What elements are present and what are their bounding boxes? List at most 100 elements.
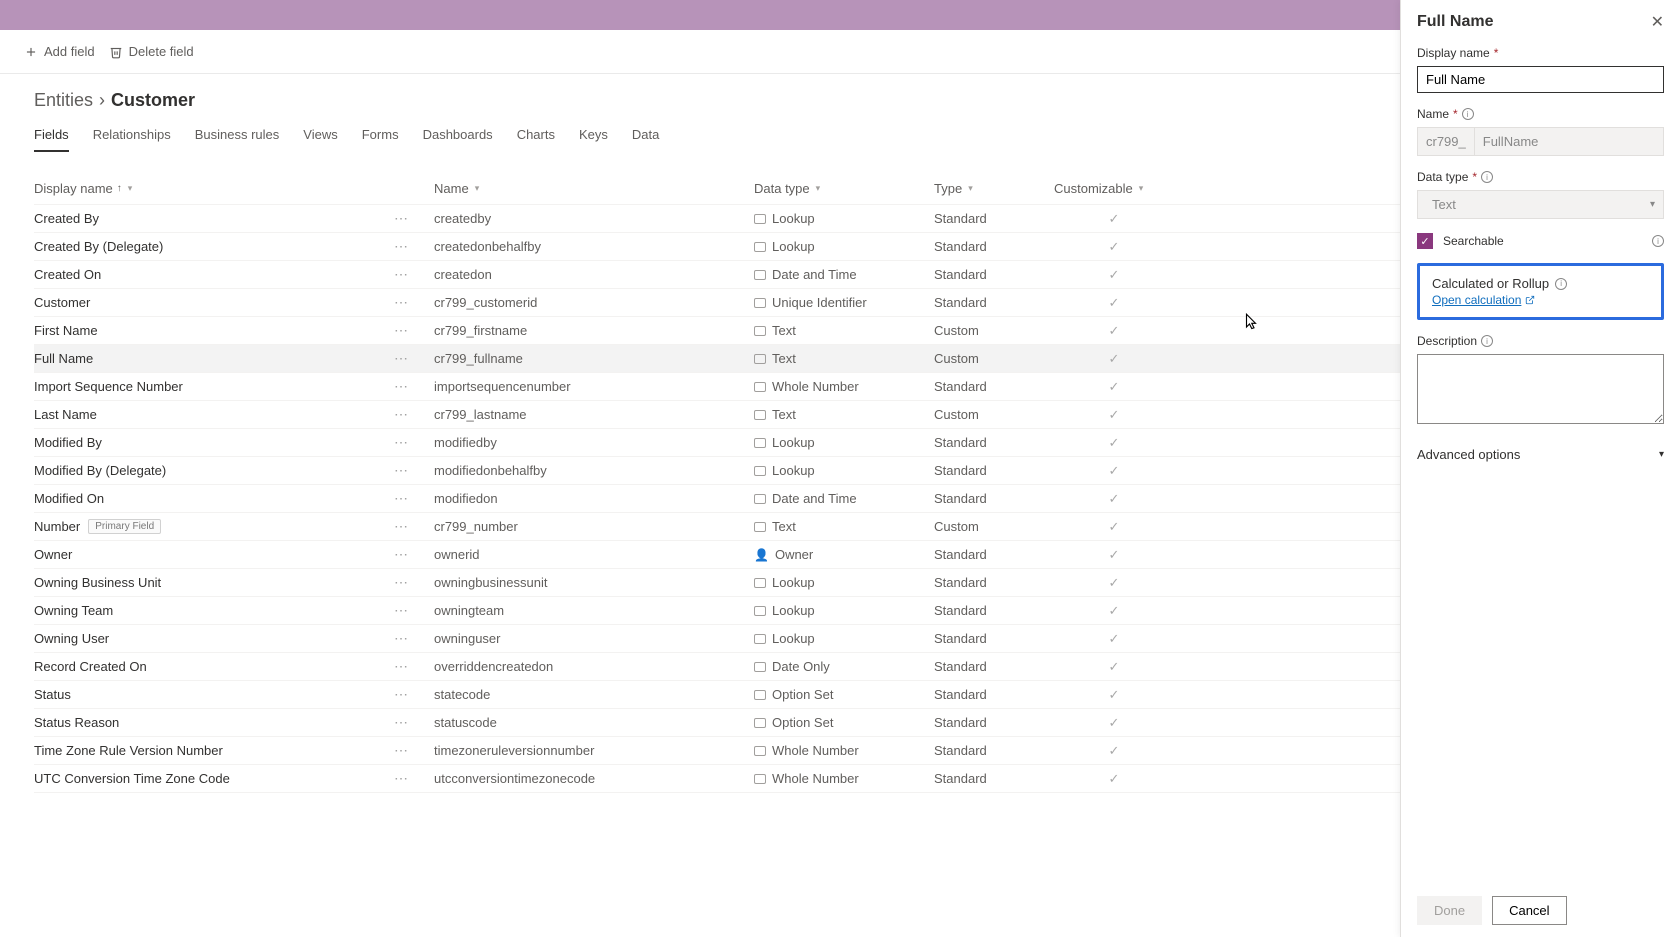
tab-forms[interactable]: Forms xyxy=(362,121,399,152)
tab-keys[interactable]: Keys xyxy=(579,121,608,152)
field-properties-panel: Full Name ✕ Display name* Name* i cr799_… xyxy=(1400,0,1680,937)
name-value: FullName xyxy=(1475,127,1664,156)
tab-relationships[interactable]: Relationships xyxy=(93,121,171,152)
cell-name: cr799_fullname xyxy=(434,351,754,366)
row-more-icon[interactable]: ⋯ xyxy=(394,462,434,479)
display-name-label: Display name* xyxy=(1417,46,1664,60)
row-more-icon[interactable]: ⋯ xyxy=(394,686,434,703)
cell-type: Standard xyxy=(934,239,1054,254)
cell-display-name: Owning Team xyxy=(34,603,394,618)
cell-datatype: Text xyxy=(754,407,934,422)
breadcrumb-root[interactable]: Entities xyxy=(34,90,93,111)
col-type[interactable]: Type ▾ xyxy=(934,181,1054,196)
datatype-icon xyxy=(754,270,766,280)
row-more-icon[interactable]: ⋯ xyxy=(394,322,434,339)
display-name-input[interactable] xyxy=(1417,66,1664,93)
datatype-icon xyxy=(754,326,766,336)
row-more-icon[interactable]: ⋯ xyxy=(394,406,434,423)
info-icon[interactable]: i xyxy=(1555,278,1567,290)
close-icon[interactable]: ✕ xyxy=(1651,12,1664,32)
cell-datatype: Text xyxy=(754,323,934,338)
advanced-options-toggle[interactable]: Advanced options ▾ xyxy=(1417,441,1664,468)
info-icon[interactable]: i xyxy=(1462,108,1474,120)
cell-display-name: Created By (Delegate) xyxy=(34,239,394,254)
row-more-icon[interactable]: ⋯ xyxy=(394,714,434,731)
row-more-icon[interactable]: ⋯ xyxy=(394,742,434,759)
description-textarea[interactable] xyxy=(1417,354,1664,424)
row-more-icon[interactable]: ⋯ xyxy=(394,434,434,451)
cell-customizable: ✓ xyxy=(1054,687,1174,703)
done-button[interactable]: Done xyxy=(1417,896,1482,925)
tab-fields[interactable]: Fields xyxy=(34,121,69,152)
cell-name: createdby xyxy=(434,211,754,226)
cell-customizable: ✓ xyxy=(1054,239,1174,255)
row-more-icon[interactable]: ⋯ xyxy=(394,630,434,647)
row-more-icon[interactable]: ⋯ xyxy=(394,602,434,619)
cell-datatype: 👤Owner xyxy=(754,547,934,562)
row-more-icon[interactable]: ⋯ xyxy=(394,770,434,787)
searchable-checkbox[interactable]: ✓ xyxy=(1417,233,1433,249)
tab-views[interactable]: Views xyxy=(303,121,337,152)
cell-display-name: Status Reason xyxy=(34,715,394,730)
cell-datatype: Lookup xyxy=(754,603,934,618)
cell-customizable: ✓ xyxy=(1054,603,1174,619)
row-more-icon[interactable]: ⋯ xyxy=(394,574,434,591)
cell-customizable: ✓ xyxy=(1054,323,1174,339)
tab-data[interactable]: Data xyxy=(632,121,659,152)
datatype-icon xyxy=(754,578,766,588)
row-more-icon[interactable]: ⋯ xyxy=(394,658,434,675)
cell-name: cr799_customerid xyxy=(434,295,754,310)
row-more-icon[interactable]: ⋯ xyxy=(394,266,434,283)
info-icon[interactable]: i xyxy=(1481,171,1493,183)
delete-field-button[interactable]: Delete field xyxy=(109,44,194,59)
cell-customizable: ✓ xyxy=(1054,659,1174,675)
chevron-down-icon: ▾ xyxy=(128,183,133,194)
add-field-label: Add field xyxy=(44,44,95,59)
datatype-icon xyxy=(754,606,766,616)
row-more-icon[interactable]: ⋯ xyxy=(394,518,434,535)
cell-name: cr799_lastname xyxy=(434,407,754,422)
cell-type: Standard xyxy=(934,743,1054,758)
col-datatype[interactable]: Data type ▾ xyxy=(754,181,934,196)
tab-charts[interactable]: Charts xyxy=(517,121,555,152)
add-field-button[interactable]: Add field xyxy=(24,44,95,59)
cell-display-name: Last Name xyxy=(34,407,394,422)
cell-datatype: Lookup xyxy=(754,575,934,590)
col-name[interactable]: Name ▾ xyxy=(434,181,754,196)
datatype-label: Data type* i xyxy=(1417,170,1664,184)
info-icon[interactable]: i xyxy=(1652,235,1664,247)
cell-datatype: Date and Time xyxy=(754,491,934,506)
cell-name: modifiedon xyxy=(434,491,754,506)
cell-type: Standard xyxy=(934,295,1054,310)
col-display-name[interactable]: Display name ↑ ▾ xyxy=(34,181,434,196)
info-icon[interactable]: i xyxy=(1481,335,1493,347)
row-more-icon[interactable]: ⋯ xyxy=(394,350,434,367)
cell-display-name: Customer xyxy=(34,295,394,310)
cell-type: Standard xyxy=(934,463,1054,478)
cell-name: overriddencreatedon xyxy=(434,659,754,674)
row-more-icon[interactable]: ⋯ xyxy=(394,294,434,311)
row-more-icon[interactable]: ⋯ xyxy=(394,490,434,507)
col-customizable[interactable]: Customizable ▾ xyxy=(1054,181,1174,196)
cell-customizable: ✓ xyxy=(1054,407,1174,423)
row-more-icon[interactable]: ⋯ xyxy=(394,210,434,227)
cell-datatype: Lookup xyxy=(754,211,934,226)
datatype-icon xyxy=(754,522,766,532)
row-more-icon[interactable]: ⋯ xyxy=(394,546,434,563)
cancel-button[interactable]: Cancel xyxy=(1492,896,1566,925)
cell-customizable: ✓ xyxy=(1054,295,1174,311)
cell-datatype: Date Only xyxy=(754,659,934,674)
chevron-down-icon: ▾ xyxy=(968,183,973,194)
row-more-icon[interactable]: ⋯ xyxy=(394,238,434,255)
cell-type: Standard xyxy=(934,547,1054,562)
cell-display-name: UTC Conversion Time Zone Code xyxy=(34,771,394,786)
open-calculation-link[interactable]: Open calculation xyxy=(1432,293,1535,307)
tab-business-rules[interactable]: Business rules xyxy=(195,121,280,152)
chevron-down-icon: ▾ xyxy=(1659,449,1664,460)
chevron-down-icon: ▾ xyxy=(1139,183,1144,194)
tab-dashboards[interactable]: Dashboards xyxy=(423,121,493,152)
breadcrumb-separator: › xyxy=(99,90,105,111)
row-more-icon[interactable]: ⋯ xyxy=(394,378,434,395)
searchable-label: Searchable xyxy=(1443,234,1504,248)
calc-title: Calculated or Rollup xyxy=(1432,276,1549,291)
